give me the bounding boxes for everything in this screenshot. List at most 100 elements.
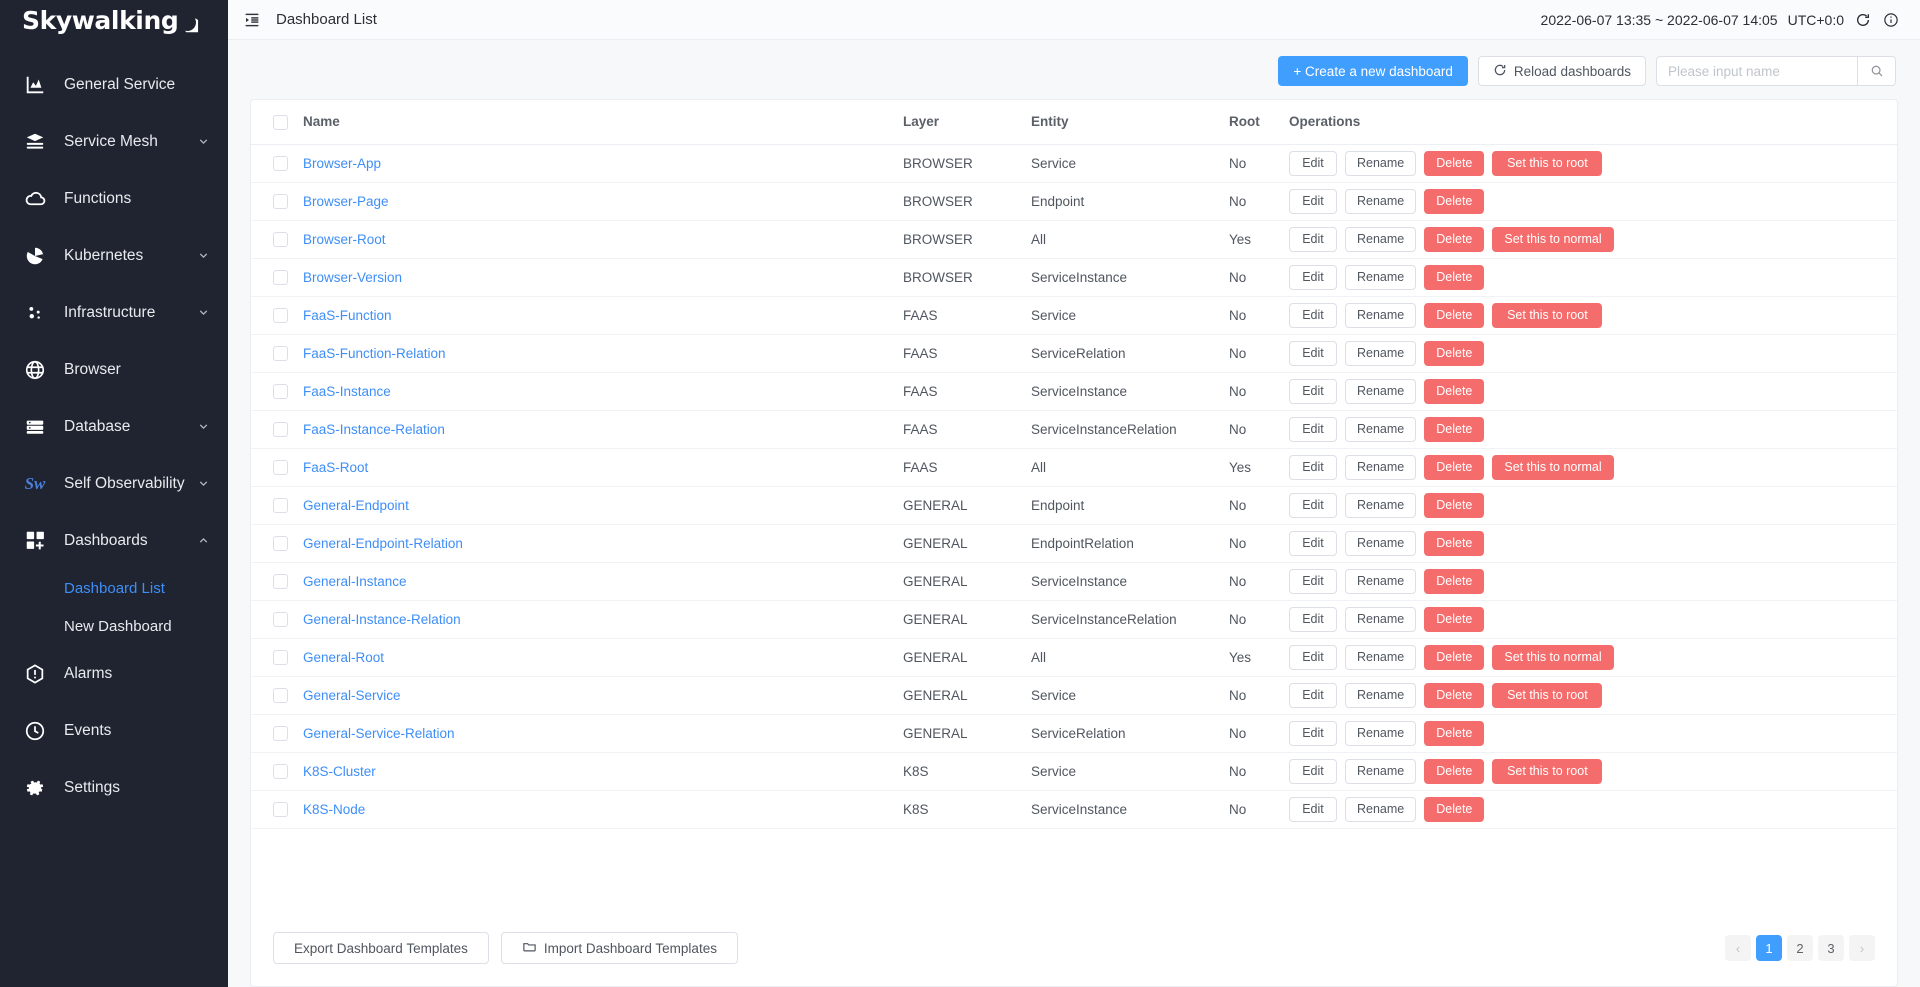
collapse-sidebar-icon[interactable] — [242, 10, 262, 30]
set-root-button[interactable]: Set this to root — [1492, 150, 1603, 176]
dashboard-name-link[interactable]: General-Root — [303, 650, 384, 665]
sidebar-item-new-dashboard[interactable]: New Dashboard — [0, 607, 228, 645]
row-checkbox[interactable] — [273, 384, 288, 400]
edit-button[interactable]: Edit — [1289, 340, 1337, 366]
delete-button[interactable]: Delete — [1424, 150, 1485, 176]
edit-button[interactable]: Edit — [1289, 682, 1337, 708]
rename-button[interactable]: Rename — [1345, 606, 1417, 632]
sidebar-item-dashboard-list[interactable]: Dashboard List — [0, 569, 228, 607]
sidebar-item-functions[interactable]: Functions — [0, 170, 228, 227]
brand-logo[interactable]: Skywalking — [0, 0, 228, 40]
row-checkbox[interactable] — [273, 498, 288, 514]
column-header-name[interactable]: Name — [303, 100, 903, 145]
edit-button[interactable]: Edit — [1289, 492, 1337, 518]
dashboard-name-link[interactable]: FaaS-Instance — [303, 384, 391, 399]
rename-button[interactable]: Rename — [1345, 644, 1417, 670]
delete-button[interactable]: Delete — [1424, 378, 1485, 404]
row-checkbox[interactable] — [273, 422, 288, 438]
info-circle-icon[interactable] — [1882, 11, 1900, 29]
delete-button[interactable]: Delete — [1424, 682, 1485, 708]
row-checkbox[interactable] — [273, 536, 288, 552]
dashboard-name-link[interactable]: Browser-Page — [303, 194, 389, 209]
sidebar-item-service-mesh[interactable]: Service Mesh — [0, 113, 228, 170]
edit-button[interactable]: Edit — [1289, 454, 1337, 480]
dashboard-name-link[interactable]: FaaS-Function-Relation — [303, 346, 446, 361]
set-root-button[interactable]: Set this to root — [1492, 758, 1603, 784]
edit-button[interactable]: Edit — [1289, 606, 1337, 632]
delete-button[interactable]: Delete — [1424, 530, 1485, 556]
sidebar-item-database[interactable]: Database — [0, 398, 228, 455]
dashboard-name-link[interactable]: K8S-Node — [303, 802, 365, 817]
search-input[interactable] — [1657, 57, 1857, 85]
delete-button[interactable]: Delete — [1424, 644, 1485, 670]
rename-button[interactable]: Rename — [1345, 758, 1417, 784]
row-checkbox[interactable] — [273, 650, 288, 666]
edit-button[interactable]: Edit — [1289, 796, 1337, 822]
pagination-prev[interactable]: ‹ — [1725, 935, 1751, 961]
sidebar-item-infrastructure[interactable]: Infrastructure — [0, 284, 228, 341]
edit-button[interactable]: Edit — [1289, 302, 1337, 328]
dashboard-name-link[interactable]: General-Instance — [303, 574, 407, 589]
rename-button[interactable]: Rename — [1345, 416, 1417, 442]
chevron-down-icon[interactable] — [196, 249, 210, 263]
rename-button[interactable]: Rename — [1345, 378, 1417, 404]
delete-button[interactable]: Delete — [1424, 226, 1485, 252]
edit-button[interactable]: Edit — [1289, 758, 1337, 784]
set-normal-button[interactable]: Set this to normal — [1492, 226, 1614, 252]
row-checkbox[interactable] — [273, 194, 288, 210]
sidebar-item-dashboards[interactable]: Dashboards — [0, 512, 228, 569]
delete-button[interactable]: Delete — [1424, 492, 1485, 518]
column-header-root[interactable]: Root — [1229, 100, 1289, 145]
dashboard-name-link[interactable]: Browser-App — [303, 156, 381, 171]
row-checkbox[interactable] — [273, 460, 288, 476]
row-checkbox[interactable] — [273, 308, 288, 324]
rename-button[interactable]: Rename — [1345, 264, 1417, 290]
edit-button[interactable]: Edit — [1289, 226, 1337, 252]
dashboard-name-link[interactable]: General-Endpoint — [303, 498, 409, 513]
rename-button[interactable]: Rename — [1345, 720, 1417, 746]
row-checkbox[interactable] — [273, 726, 288, 742]
row-checkbox[interactable] — [273, 270, 288, 286]
reload-dashboards-button[interactable]: Reload dashboards — [1477, 56, 1646, 86]
column-header-layer[interactable]: Layer — [903, 100, 1031, 145]
rename-button[interactable]: Rename — [1345, 302, 1417, 328]
dashboard-name-link[interactable]: General-Instance-Relation — [303, 612, 461, 627]
column-header-entity[interactable]: Entity — [1031, 100, 1229, 145]
delete-button[interactable]: Delete — [1424, 264, 1485, 290]
pagination-next[interactable]: › — [1849, 935, 1875, 961]
rename-button[interactable]: Rename — [1345, 682, 1417, 708]
rename-button[interactable]: Rename — [1345, 226, 1417, 252]
dashboard-name-link[interactable]: FaaS-Function — [303, 308, 392, 323]
row-checkbox[interactable] — [273, 156, 288, 172]
dashboard-name-link[interactable]: Browser-Root — [303, 232, 386, 247]
edit-button[interactable]: Edit — [1289, 644, 1337, 670]
rename-button[interactable]: Rename — [1345, 568, 1417, 594]
sidebar-item-alarms[interactable]: Alarms — [0, 645, 228, 702]
set-root-button[interactable]: Set this to root — [1492, 682, 1603, 708]
edit-button[interactable]: Edit — [1289, 530, 1337, 556]
dashboard-name-link[interactable]: FaaS-Instance-Relation — [303, 422, 445, 437]
edit-button[interactable]: Edit — [1289, 264, 1337, 290]
row-checkbox[interactable] — [273, 802, 288, 818]
dashboard-name-link[interactable]: General-Service — [303, 688, 401, 703]
dashboard-name-link[interactable]: FaaS-Root — [303, 460, 368, 475]
delete-button[interactable]: Delete — [1424, 758, 1485, 784]
rename-button[interactable]: Rename — [1345, 796, 1417, 822]
sidebar-item-browser[interactable]: Browser — [0, 341, 228, 398]
row-checkbox[interactable] — [273, 612, 288, 628]
row-checkbox[interactable] — [273, 688, 288, 704]
sidebar-item-kubernetes[interactable]: Kubernetes — [0, 227, 228, 284]
dashboard-name-link[interactable]: General-Endpoint-Relation — [303, 536, 463, 551]
chevron-down-icon[interactable] — [196, 477, 210, 491]
edit-button[interactable]: Edit — [1289, 378, 1337, 404]
edit-button[interactable]: Edit — [1289, 416, 1337, 442]
row-checkbox[interactable] — [273, 764, 288, 780]
dashboard-name-link[interactable]: K8S-Cluster — [303, 764, 376, 779]
delete-button[interactable]: Delete — [1424, 416, 1485, 442]
row-checkbox[interactable] — [273, 346, 288, 362]
delete-button[interactable]: Delete — [1424, 454, 1485, 480]
delete-button[interactable]: Delete — [1424, 340, 1485, 366]
delete-button[interactable]: Delete — [1424, 606, 1485, 632]
sidebar-item-general-service[interactable]: General Service — [0, 56, 228, 113]
edit-button[interactable]: Edit — [1289, 188, 1337, 214]
